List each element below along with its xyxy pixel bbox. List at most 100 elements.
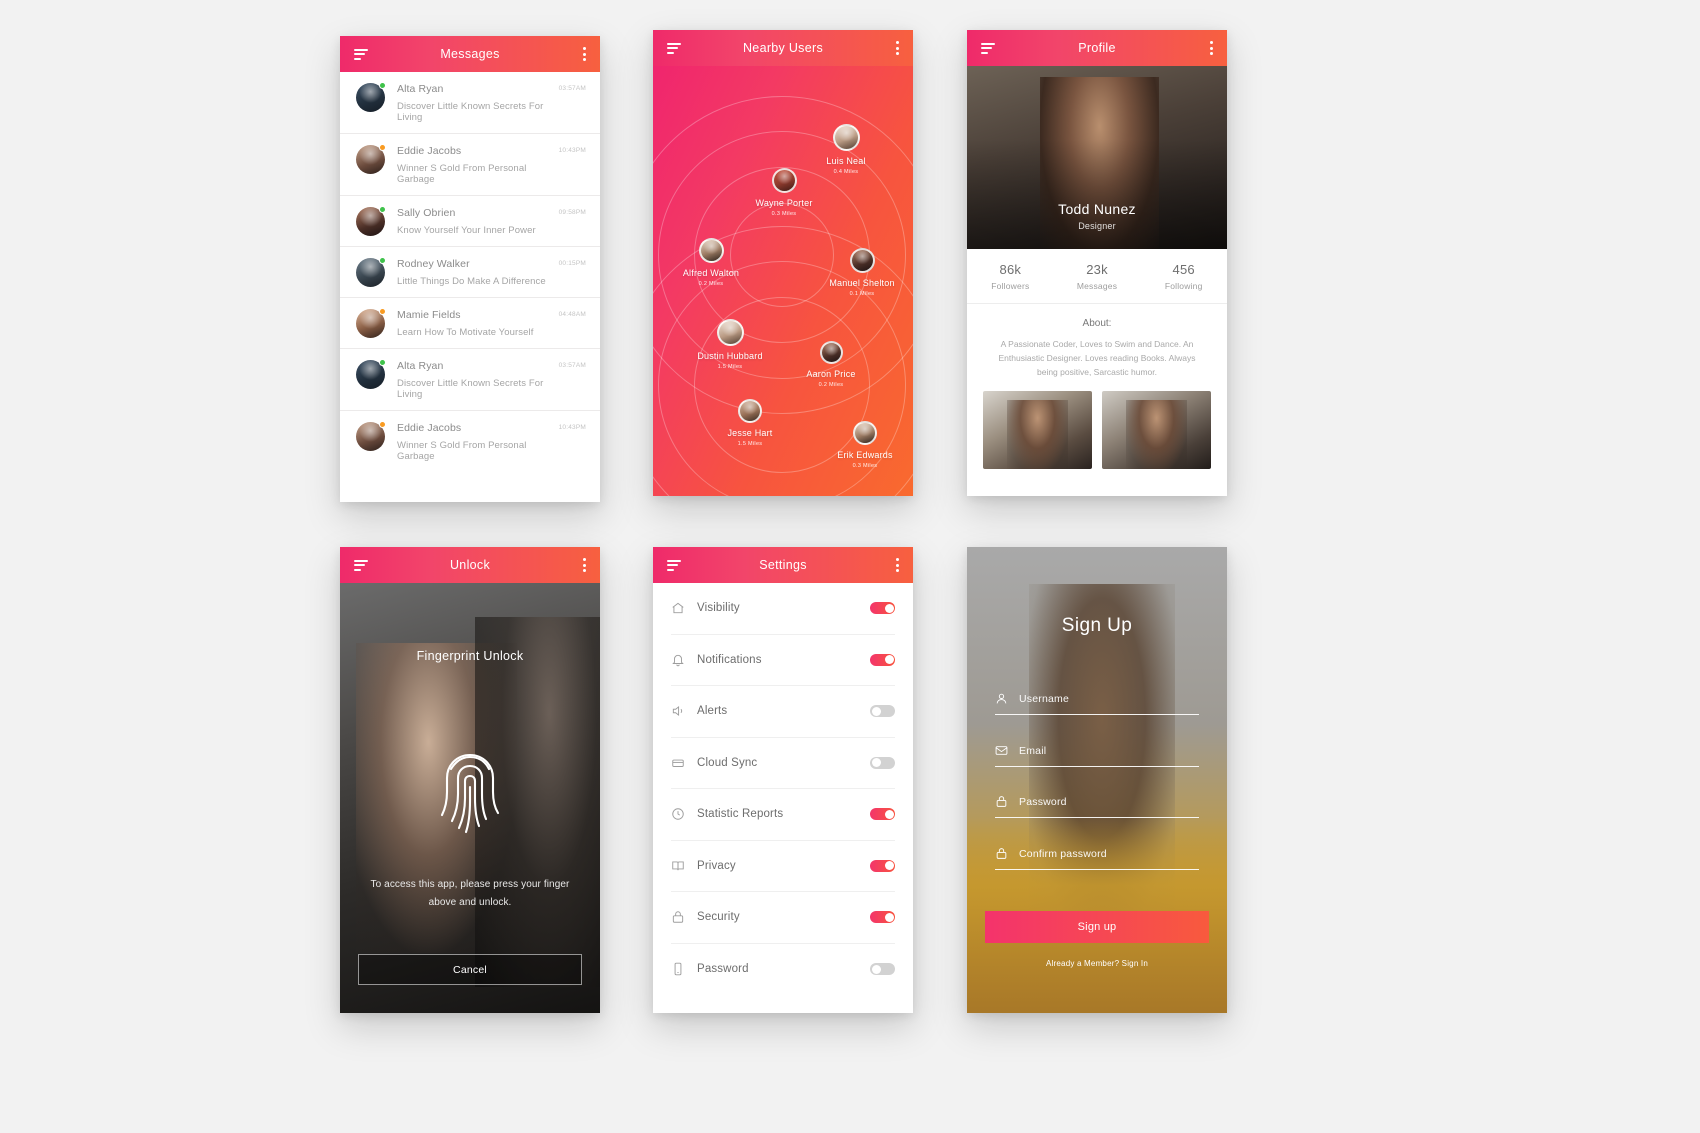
envelope-icon xyxy=(995,744,1015,757)
signup-submit-button[interactable]: Sign up xyxy=(985,911,1209,943)
menu-icon[interactable] xyxy=(667,559,681,571)
signup-title: Sign Up xyxy=(1061,615,1133,636)
message-body: Mamie Fields Learn How To Motivate Yourse… xyxy=(397,309,559,338)
cancel-button[interactable]: Cancel xyxy=(358,954,582,985)
fingerprint-icon[interactable] xyxy=(433,743,507,844)
radar-map[interactable]: Luis Neal 0.4 Miles Wayne Porter 0.3 Miles A… xyxy=(653,66,913,496)
nearby-user-node[interactable]: Wayne Porter 0.3 Miles xyxy=(729,168,839,217)
message-preview: Winner S Gold From Personal Garbage xyxy=(397,440,527,462)
settings-toggle[interactable] xyxy=(870,602,895,615)
unlock-instruction: To access this app, please press your fi… xyxy=(370,879,570,908)
book-icon xyxy=(671,859,693,873)
settings-row[interactable]: Cloud Sync xyxy=(671,738,895,789)
menu-icon[interactable] xyxy=(981,42,995,54)
settings-toggle[interactable] xyxy=(870,911,895,924)
signin-link[interactable]: Already a Member? Sign In xyxy=(967,959,1227,968)
message-row[interactable]: Eddie Jacobs Winner S Gold From Personal … xyxy=(340,411,600,472)
nearby-user-name: Manuel Shelton xyxy=(829,278,895,288)
messages-screen: Messages Alta Ryan Discover Little Known … xyxy=(340,36,600,502)
overflow-menu-icon[interactable] xyxy=(583,558,586,572)
stat-value: 456 xyxy=(1172,262,1195,277)
status-badge xyxy=(379,206,386,213)
username-field[interactable]: Username xyxy=(995,692,1199,715)
avatar xyxy=(356,82,386,112)
settings-label: Password xyxy=(697,963,749,976)
settings-row[interactable]: Password xyxy=(671,944,895,996)
overflow-menu-icon[interactable] xyxy=(896,41,899,55)
status-badge xyxy=(379,82,386,89)
menu-icon[interactable] xyxy=(667,42,681,54)
nearby-user-node[interactable]: Dustin Hubbard 1.5 Miles xyxy=(675,319,785,370)
nearby-user-node[interactable]: Aaron Price 0.2 Miles xyxy=(776,341,886,388)
confirm-password-field[interactable]: Confirm password xyxy=(995,847,1199,870)
messages-list[interactable]: Alta Ryan Discover Little Known Secrets F… xyxy=(340,72,600,502)
settings-toggle[interactable] xyxy=(870,756,895,769)
message-row[interactable]: Sally Obrien Know Yourself Your Inner Pow… xyxy=(340,196,600,247)
gallery-photo[interactable] xyxy=(983,391,1092,470)
nearby-user-name: Alfred Walton xyxy=(682,268,740,278)
profile-title: Profile xyxy=(1078,41,1116,55)
nearby-user-node[interactable]: Alfred Walton 0.2 Miles xyxy=(656,238,766,287)
profile-stats: 86k Followers 23k Messages 456 Following xyxy=(967,249,1227,304)
message-row[interactable]: Alta Ryan Discover Little Known Secrets F… xyxy=(340,72,600,134)
profile-about-section: About: A Passionate Coder, Loves to Swim… xyxy=(967,304,1227,392)
message-row[interactable]: Rodney Walker Little Things Do Make A Dif… xyxy=(340,247,600,298)
nearby-user-name: Wayne Porter xyxy=(755,198,813,208)
avatar xyxy=(356,308,386,338)
menu-icon[interactable] xyxy=(354,559,368,571)
message-preview: Discover Little Known Secrets For Living xyxy=(397,378,544,400)
gallery-photo[interactable] xyxy=(1102,391,1211,470)
settings-toggle[interactable] xyxy=(870,808,895,821)
profile-stat: 456 Following xyxy=(1140,262,1227,291)
settings-row[interactable]: Visibility xyxy=(671,583,895,635)
sender-name: Alta Ryan xyxy=(397,83,444,95)
settings-row[interactable]: Alerts xyxy=(671,686,895,738)
home-icon xyxy=(671,601,693,615)
message-timestamp: 09:58PM xyxy=(558,209,586,216)
settings-toggle[interactable] xyxy=(870,859,895,872)
settings-toggle[interactable] xyxy=(870,963,895,976)
message-body: Alta Ryan Discover Little Known Secrets F… xyxy=(397,360,559,400)
settings-title: Settings xyxy=(759,558,807,572)
nearby-user-name: Erik Edwards xyxy=(837,450,893,460)
unlock-screen: Unlock Fingerprint Unlock To access this… xyxy=(340,547,600,1013)
lock-icon xyxy=(995,795,1015,808)
settings-row[interactable]: Notifications xyxy=(671,635,895,686)
password-field[interactable]: Password xyxy=(995,795,1199,818)
nearby-user-node[interactable]: Manuel Shelton 0.1 Miles xyxy=(807,248,913,297)
nearby-user-node[interactable]: Jesse Hart 1.5 Miles xyxy=(695,399,805,447)
avatar xyxy=(356,359,386,389)
message-preview: Know Yourself Your Inner Power xyxy=(397,225,536,236)
nearby-user-distance: 1.5 Miles xyxy=(737,441,763,447)
sender-name: Eddie Jacobs xyxy=(397,145,462,157)
overflow-menu-icon[interactable] xyxy=(1210,41,1213,55)
nearby-user-distance: 0.2 Miles xyxy=(698,281,724,287)
email-field[interactable]: Email xyxy=(995,744,1199,767)
nearby-title: Nearby Users xyxy=(742,41,823,55)
settings-toggle[interactable] xyxy=(870,705,895,718)
overflow-menu-icon[interactable] xyxy=(583,47,586,61)
nearby-user-distance: 0.2 Miles xyxy=(818,382,844,388)
message-body: Sally Obrien Know Yourself Your Inner Pow… xyxy=(397,207,559,236)
lock-icon xyxy=(671,910,693,924)
unlock-title: Unlock xyxy=(449,558,490,572)
settings-row[interactable]: Security xyxy=(671,892,895,944)
avatar xyxy=(356,421,386,451)
overflow-menu-icon[interactable] xyxy=(896,558,899,572)
message-body: Eddie Jacobs Winner S Gold From Personal … xyxy=(397,422,559,462)
settings-row[interactable]: Privacy xyxy=(671,841,895,892)
message-row[interactable]: Eddie Jacobs Winner S Gold From Personal … xyxy=(340,134,600,196)
nearby-user-node[interactable]: Erik Edwards 0.3 Miles xyxy=(810,421,913,469)
settings-toggle[interactable] xyxy=(870,653,895,666)
message-row[interactable]: Mamie Fields Learn How To Motivate Yourse… xyxy=(340,298,600,349)
menu-icon[interactable] xyxy=(354,48,368,60)
message-timestamp: 03:57AM xyxy=(558,85,586,92)
profile-role: Designer xyxy=(1078,221,1116,231)
phone-icon xyxy=(671,962,693,976)
settings-row[interactable]: Statistic Reports xyxy=(671,789,895,841)
cloud-icon xyxy=(671,756,693,770)
settings-list: Visibility Notifications Alerts Cloud Sync S… xyxy=(653,583,913,1013)
confirm-password-placeholder: Confirm password xyxy=(1019,847,1107,860)
lock-icon xyxy=(995,847,1015,860)
message-row[interactable]: Alta Ryan Discover Little Known Secrets F… xyxy=(340,349,600,411)
